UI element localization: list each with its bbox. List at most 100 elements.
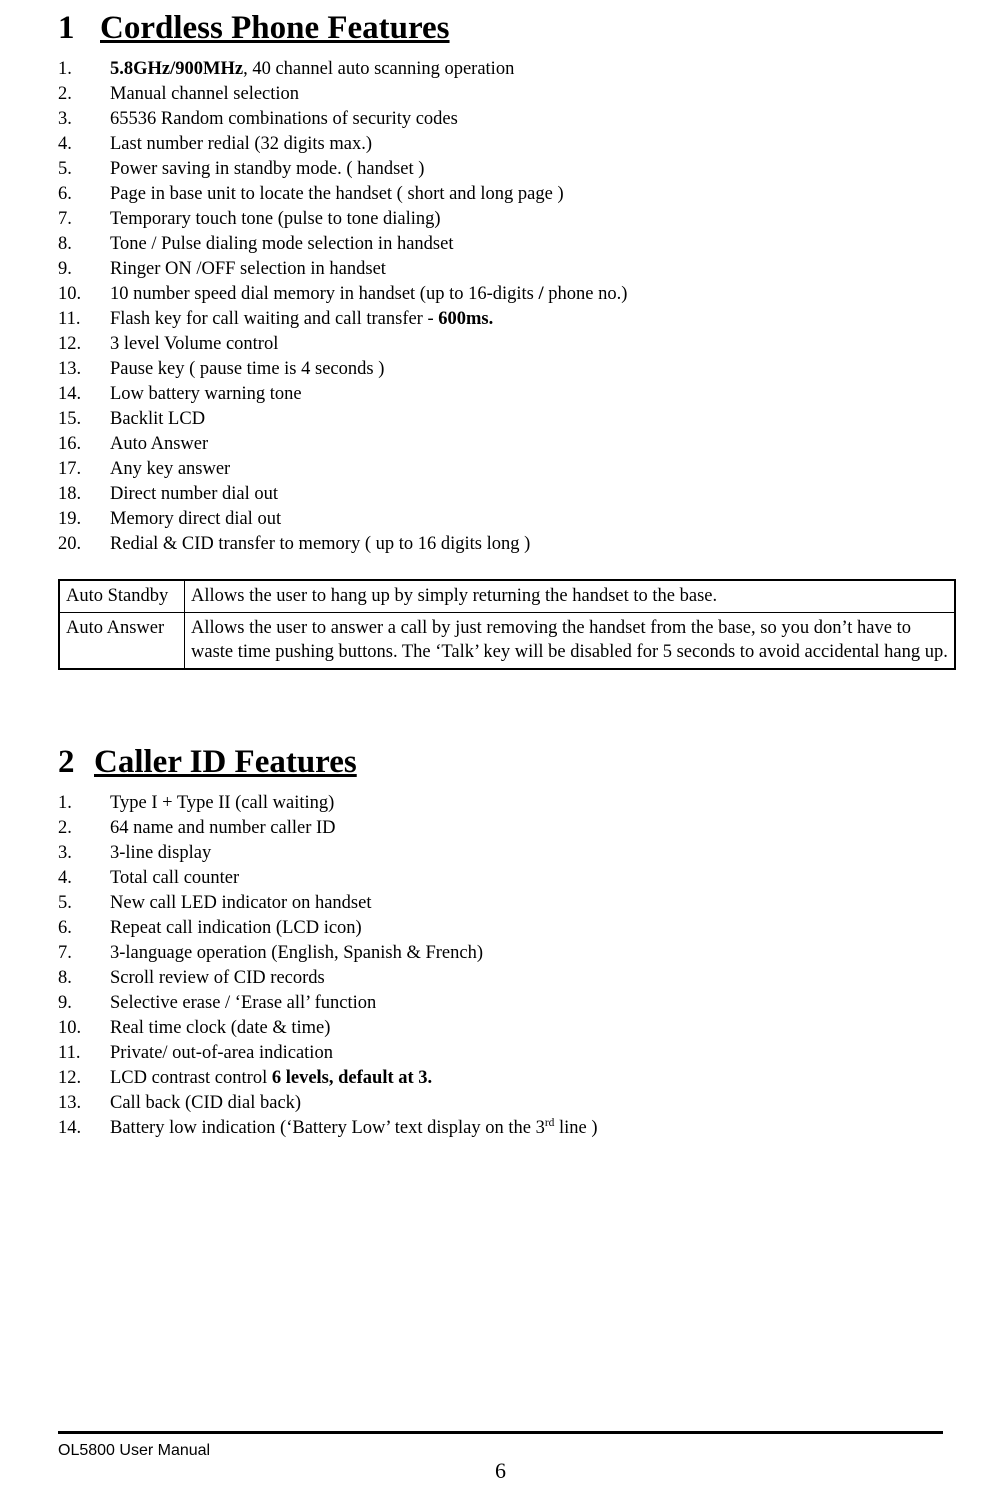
list-item: 8. Scroll review of CID records	[58, 966, 929, 991]
list-item-number: 5.	[58, 893, 72, 913]
list-item: 5. New call LED indicator on handset	[58, 891, 929, 916]
document-page: 1 Cordless Phone Features 1. 5.8GHz/900MH…	[0, 10, 987, 1500]
list-item-number: 5.	[58, 159, 72, 179]
list-item: 18. Direct number dial out	[58, 482, 929, 507]
list-item: 6. Repeat call indication (LCD icon)	[58, 916, 929, 941]
list-item-text: Type I + Type II (call waiting)	[110, 793, 335, 813]
list-item-text: LCD contrast control 6 levels, default a…	[110, 1068, 433, 1088]
list-item-text: Private/ out-of-area indication	[110, 1043, 333, 1063]
list-item: 13. Call back (CID dial back)	[58, 1091, 929, 1116]
list-item-number: 9.	[58, 259, 72, 279]
list-item: 16. Auto Answer	[58, 432, 929, 457]
list-item: 2. 64 name and number caller ID	[58, 816, 929, 841]
list-item: 13. Pause key ( pause time is 4 seconds )	[58, 357, 929, 382]
list-item: 1. 5.8GHz/900MHz, 40 channel auto scannin…	[58, 57, 929, 82]
footer-divider	[58, 1431, 943, 1434]
list-item-number: 7.	[58, 943, 72, 963]
list-item: 6. Page in base unit to locate the handse…	[58, 182, 929, 207]
list-item-number: 19.	[58, 509, 82, 529]
list-item-number: 4.	[58, 868, 72, 888]
table-cell-description: Allows the user to hang up by simply ret…	[184, 579, 956, 613]
list-item-number: 1.	[58, 59, 72, 79]
list-item-text: New call LED indicator on handset	[110, 893, 372, 913]
list-item-number: 9.	[58, 993, 72, 1013]
list-item-number: 12.	[58, 334, 82, 354]
list-item-number: 18.	[58, 484, 82, 504]
list-item-text: Flash key for call waiting and call tran…	[110, 309, 494, 329]
list-item-number: 4.	[58, 134, 72, 154]
list-item-text: 3-line display	[110, 843, 212, 863]
list-item-text: Scroll review of CID records	[110, 968, 325, 988]
feature-description-table: Auto Standby Allows the user to hang up b…	[58, 579, 956, 670]
list-item-number: 3.	[58, 109, 72, 129]
list-item: 11. Flash key for call waiting and call t…	[58, 307, 929, 332]
list-item-number: 12.	[58, 1068, 82, 1088]
list-item: 3. 3-line display	[58, 841, 929, 866]
list-item-text: Manual channel selection	[110, 84, 300, 104]
list-item-text: 10 number speed dial memory in handset (…	[110, 284, 628, 304]
list-item-text: Call back (CID dial back)	[110, 1093, 302, 1113]
list-item-number: 6.	[58, 918, 72, 938]
section-2-title: Caller ID Features	[94, 744, 357, 780]
list-item-text: Pause key ( pause time is 4 seconds )	[110, 359, 385, 379]
list-item-text: 64 name and number caller ID	[110, 818, 336, 838]
list-item-text: Auto Answer	[110, 434, 209, 454]
list-item: 10. 10 number speed dial memory in handse…	[58, 282, 929, 307]
table-cell-description: Allows the user to answer a call by just…	[184, 612, 956, 670]
list-item-number: 13.	[58, 359, 82, 379]
list-item-number: 14.	[58, 1118, 82, 1138]
list-item: 17. Any key answer	[58, 457, 929, 482]
list-item-number: 16.	[58, 434, 82, 454]
list-item-number: 2.	[58, 84, 72, 104]
list-item: 14. Low battery warning tone	[58, 382, 929, 407]
list-item-text: Last number redial (32 digits max.)	[110, 134, 373, 154]
section-2-number: 2	[58, 744, 75, 780]
table-row: Auto Answer Allows the user to answer a c…	[58, 612, 956, 670]
list-item: 19. Memory direct dial out	[58, 507, 929, 532]
list-item-text: Backlit LCD	[110, 409, 206, 429]
list-item-number: 14.	[58, 384, 82, 404]
list-item-text: Total call counter	[110, 868, 240, 888]
list-item-number: 6.	[58, 184, 72, 204]
list-item-text: 3-language operation (English, Spanish &…	[110, 943, 483, 963]
list-item-number: 13.	[58, 1093, 82, 1113]
list-item-number: 7.	[58, 209, 72, 229]
list-item: 14. Battery low indication (‘Battery Low’…	[58, 1116, 929, 1141]
list-item-text: Memory direct dial out	[110, 509, 282, 529]
list-item: 8. Tone / Pulse dialing mode selection in…	[58, 232, 929, 257]
list-item-number: 2.	[58, 818, 72, 838]
list-item-text: Selective erase / ‘Erase all’ function	[110, 993, 377, 1013]
list-item-text: 65536 Random combinations of security co…	[110, 109, 458, 129]
section-2-heading: 2 Caller ID Features	[58, 744, 929, 781]
list-item-text: Real time clock (date & time)	[110, 1018, 331, 1038]
table-row: Auto Standby Allows the user to hang up b…	[58, 579, 956, 613]
section-1-heading: 1 Cordless Phone Features	[58, 10, 929, 47]
list-item: 12. LCD contrast control 6 levels, defaul…	[58, 1066, 929, 1091]
list-item: 4. Last number redial (32 digits max.)	[58, 132, 929, 157]
list-item-number: 11.	[58, 1043, 81, 1063]
footer-manual-label: OL5800 User Manual	[58, 1442, 211, 1459]
cordless-phone-features-list: 1. 5.8GHz/900MHz, 40 channel auto scannin…	[58, 57, 929, 557]
list-item: 4. Total call counter	[58, 866, 929, 891]
list-item-number: 8.	[58, 234, 72, 254]
footer-page-number: 6	[495, 1458, 506, 1483]
list-item-text: 3 level Volume control	[110, 334, 279, 354]
list-item-text: Direct number dial out	[110, 484, 278, 504]
list-item-number: 11.	[58, 309, 81, 329]
list-item: 20. Redial & CID transfer to memory ( up …	[58, 532, 929, 557]
list-item: 10. Real time clock (date & time)	[58, 1016, 929, 1041]
list-item-text: Ringer ON /OFF selection in handset	[110, 259, 386, 279]
table-cell-label: Auto Standby	[58, 579, 185, 613]
list-item: 9. Selective erase / ‘Erase all’ function	[58, 991, 929, 1016]
list-item-number: 10.	[58, 1018, 82, 1038]
list-item: 7. Temporary touch tone (pulse to tone di…	[58, 207, 929, 232]
list-item-number: 15.	[58, 409, 82, 429]
list-item-number: 20.	[58, 534, 82, 554]
list-item-number: 17.	[58, 459, 82, 479]
table-cell-label: Auto Answer	[58, 612, 185, 670]
list-item-text: Tone / Pulse dialing mode selection in h…	[110, 234, 454, 254]
list-item: 5. Power saving in standby mode. ( handse…	[58, 157, 929, 182]
list-item-text: 5.8GHz/900MHz, 40 channel auto scanning …	[110, 59, 515, 79]
list-item-text: Temporary touch tone (pulse to tone dial…	[110, 209, 441, 229]
list-item-text: Repeat call indication (LCD icon)	[110, 918, 362, 938]
